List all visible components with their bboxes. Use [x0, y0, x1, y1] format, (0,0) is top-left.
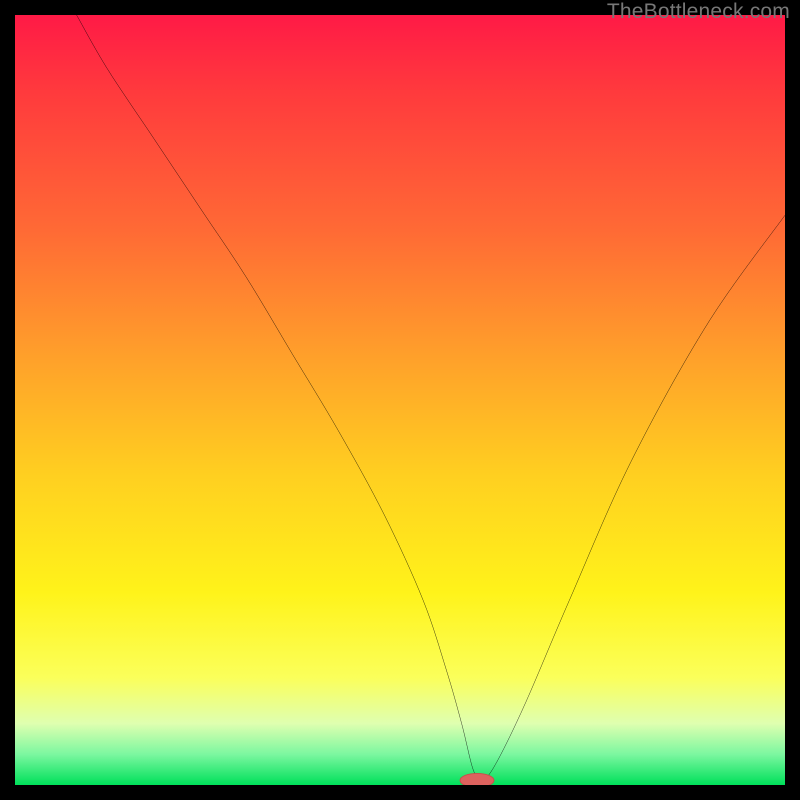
optimal-marker: [460, 773, 494, 785]
chart-frame: TheBottleneck.com: [0, 0, 800, 800]
chart-svg: [15, 15, 785, 785]
watermark-text: TheBottleneck.com: [607, 0, 790, 24]
bottleneck-curve: [77, 15, 785, 778]
plot-area: [15, 15, 785, 785]
